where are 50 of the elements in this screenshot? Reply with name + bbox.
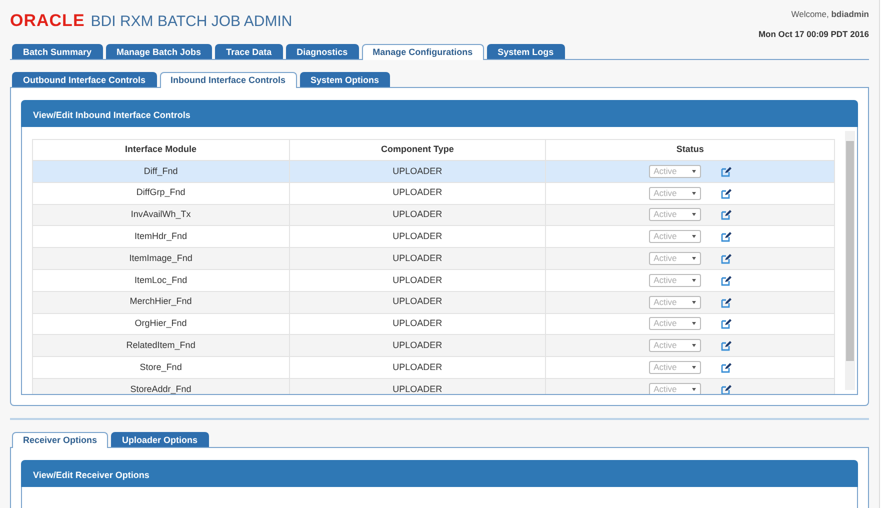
table-cell: UPLOADER <box>289 160 546 182</box>
table-cell: ItemLoc_Fnd <box>32 269 290 292</box>
edit-icon[interactable] <box>720 318 732 330</box>
table-cell: MerchHier_Fnd <box>32 291 290 314</box>
table-cell: Diff_Fnd <box>32 160 290 182</box>
table-cell: UPLOADER <box>289 182 546 204</box>
tab[interactable]: Receiver Options <box>12 432 108 448</box>
table-cell: DiffGrp_Fnd <box>32 182 290 204</box>
tab[interactable]: Trace Data <box>215 44 283 59</box>
tab[interactable]: System Options <box>300 72 390 87</box>
welcome-text: Welcome, bdiadmin <box>790 8 869 21</box>
table-cell: RelatedItem_Fnd <box>32 334 290 357</box>
table-cell: UPLOADER <box>289 291 546 314</box>
table-cell: UPLOADER <box>289 248 546 270</box>
edit-icon[interactable] <box>720 231 732 242</box>
date-time: Mon Oct 17 00:09 PDT 2016 <box>758 28 869 40</box>
tab[interactable]: Uploader Options <box>111 432 209 447</box>
table-cell: UPLOADER <box>289 269 546 292</box>
edit-icon[interactable] <box>720 274 732 286</box>
panel-title-bar: View/Edit Inbound Interface Controls <box>21 100 858 127</box>
table-cell: Store_Fnd <box>32 356 290 378</box>
edit-icon[interactable] <box>720 384 732 394</box>
table-cell: ItemImage_Fnd <box>32 248 290 270</box>
edit-icon[interactable] <box>720 296 732 308</box>
table-cell: StoreAddr_Fnd <box>32 378 290 394</box>
scrollbar[interactable] <box>845 131 855 390</box>
table-cell: UPLOADER <box>289 356 546 378</box>
edit-icon[interactable] <box>720 362 732 373</box>
tab[interactable]: Inbound Interface Controls <box>160 72 297 88</box>
table-cell: UPLOADER <box>289 204 546 226</box>
tab[interactable]: Manage Batch Jobs <box>106 44 212 59</box>
tab[interactable]: Manage Configurations <box>362 44 484 60</box>
edit-icon[interactable] <box>720 252 732 264</box>
column-header: Component Type <box>289 140 546 160</box>
edit-icon[interactable] <box>720 188 732 199</box>
tab[interactable]: Batch Summary <box>12 44 103 59</box>
tab[interactable]: System Logs <box>486 44 565 59</box>
column-header: Status <box>546 140 834 160</box>
edit-icon[interactable] <box>720 340 732 352</box>
oracle-logo: ORACLE <box>10 11 85 30</box>
tab[interactable]: Diagnostics <box>286 44 359 59</box>
edit-icon[interactable] <box>720 209 732 220</box>
edit-icon[interactable] <box>720 166 732 177</box>
table-cell: UPLOADER <box>289 334 546 357</box>
panel-title-bar: View/Edit Receiver Options <box>21 460 858 487</box>
tab[interactable]: Outbound Interface Controls <box>12 72 156 87</box>
table-cell: InvAvailWh_Tx <box>32 204 290 226</box>
app-title: BDI RXM BATCH JOB ADMIN <box>90 13 292 30</box>
column-header: Interface Module <box>32 140 290 160</box>
table-cell: UPLOADER <box>289 378 546 394</box>
